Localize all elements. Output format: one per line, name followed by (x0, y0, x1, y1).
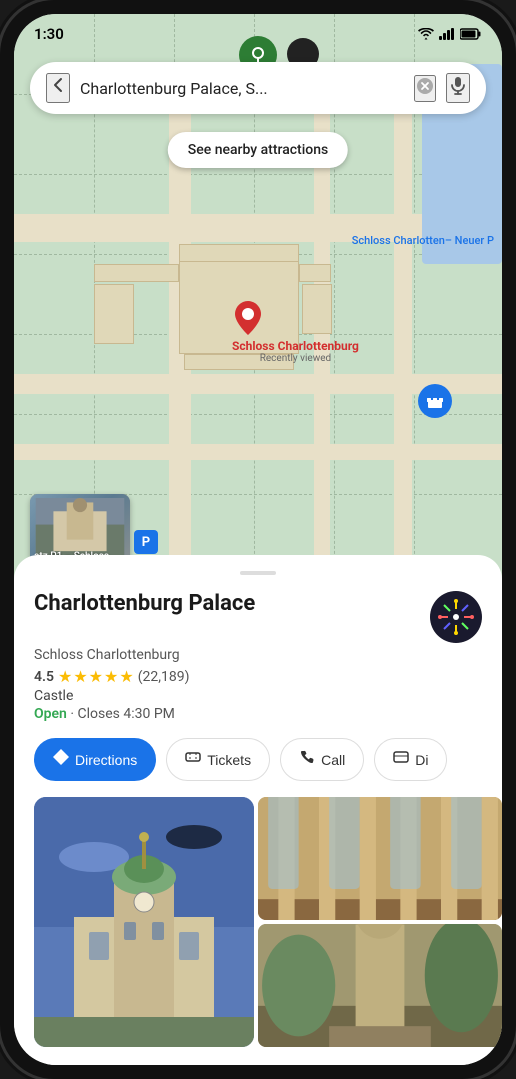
directions-label: Directions (75, 752, 137, 768)
star-1: ★ (58, 667, 72, 686)
wifi-icon (418, 28, 434, 40)
place-pin[interactable]: Schloss Charlottenburg Recently viewed (232, 299, 359, 364)
star-half: ★ (119, 667, 133, 686)
palace-building-side (94, 264, 179, 282)
map-road (14, 444, 502, 460)
photo-main[interactable] (34, 797, 254, 1047)
place-rating: 4.5 ★ ★ ★ ★ ★ (22,189) (34, 667, 482, 686)
tickets-button[interactable]: Tickets (166, 738, 270, 781)
place-info: Charlottenburg Palace (14, 591, 502, 722)
back-button[interactable] (46, 73, 70, 103)
phone-frame: 1:30 (0, 0, 516, 1079)
place-status: Open · Closes 4:30 PM (34, 706, 482, 722)
map-road (394, 114, 412, 584)
parking-badge: P (134, 530, 158, 554)
palace-building-wing (179, 244, 299, 262)
status-time: 1:30 (34, 25, 64, 43)
review-count: (22,189) (138, 669, 190, 685)
photo-statue-bottom[interactable] (258, 924, 502, 1047)
pin-label: Schloss Charlottenburg Recently viewed (232, 339, 359, 364)
status-icons (418, 28, 482, 40)
nearby-attractions-button[interactable]: See nearby attractions (168, 132, 348, 168)
more-button[interactable]: Di (374, 738, 447, 781)
blue-castle-marker[interactable] (418, 384, 452, 418)
photo-grid[interactable] (14, 797, 502, 1047)
search-clear-button[interactable] (414, 75, 436, 102)
action-buttons: Directions Tickets (14, 738, 502, 781)
status-close-time: · Closes 4:30 PM (70, 706, 175, 722)
star-4: ★ (104, 667, 118, 686)
place-avatar[interactable] (430, 591, 482, 643)
palace-building-side (94, 284, 134, 344)
stars: ★ ★ ★ ★ ★ (58, 667, 134, 686)
map-label-top-right: Schloss Charlotten– Neuer P (352, 234, 494, 247)
directions-icon (53, 749, 69, 770)
search-bar[interactable]: Charlottenburg Palace, S... (30, 62, 486, 114)
bottom-sheet: Charlottenburg Palace (14, 555, 502, 1065)
signal-icon (439, 28, 455, 40)
tickets-icon (185, 749, 201, 770)
tickets-label: Tickets (207, 752, 251, 768)
photo-interior-top[interactable] (258, 797, 502, 920)
call-label: Call (321, 752, 345, 768)
star-3: ★ (89, 667, 103, 686)
phone-screen: 1:30 (14, 14, 502, 1065)
star-2: ★ (73, 667, 87, 686)
search-text: Charlottenburg Palace, S... (80, 79, 404, 98)
place-type: Castle (34, 688, 482, 704)
more-icon (393, 749, 409, 770)
palace-building-side (299, 264, 331, 282)
place-name-text: Charlottenburg Palace (34, 591, 418, 616)
call-icon (299, 749, 315, 770)
photo-right-column (258, 797, 502, 1047)
battery-icon (460, 28, 482, 40)
place-sub-name: Schloss Charlottenburg (34, 647, 482, 663)
directions-button[interactable]: Directions (34, 738, 156, 781)
place-header: Charlottenburg Palace (34, 591, 482, 643)
bottom-sheet-handle (240, 571, 276, 575)
more-label: Di (415, 752, 428, 768)
call-button[interactable]: Call (280, 738, 364, 781)
status-open: Open (34, 706, 67, 722)
search-mic-button[interactable] (446, 73, 470, 103)
rating-number: 4.5 (34, 669, 54, 685)
